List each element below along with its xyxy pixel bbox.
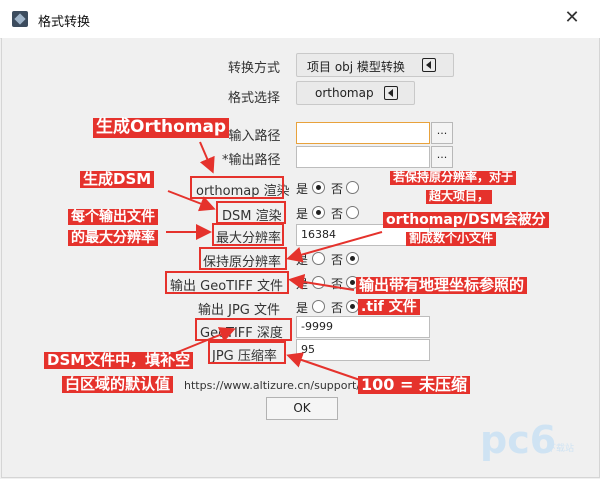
arrow-keep-res [286, 231, 383, 263]
arrow-quality [286, 352, 361, 381]
annotation-arrows [166, 141, 383, 381]
watermark-sub: 下载站 [547, 444, 575, 454]
watermark-logo: pc6 [480, 418, 557, 462]
arrow-dsm [167, 190, 216, 212]
arrow-depth [167, 327, 236, 357]
arrow-geotiff [288, 274, 355, 291]
arrow-orthomap [199, 141, 215, 174]
